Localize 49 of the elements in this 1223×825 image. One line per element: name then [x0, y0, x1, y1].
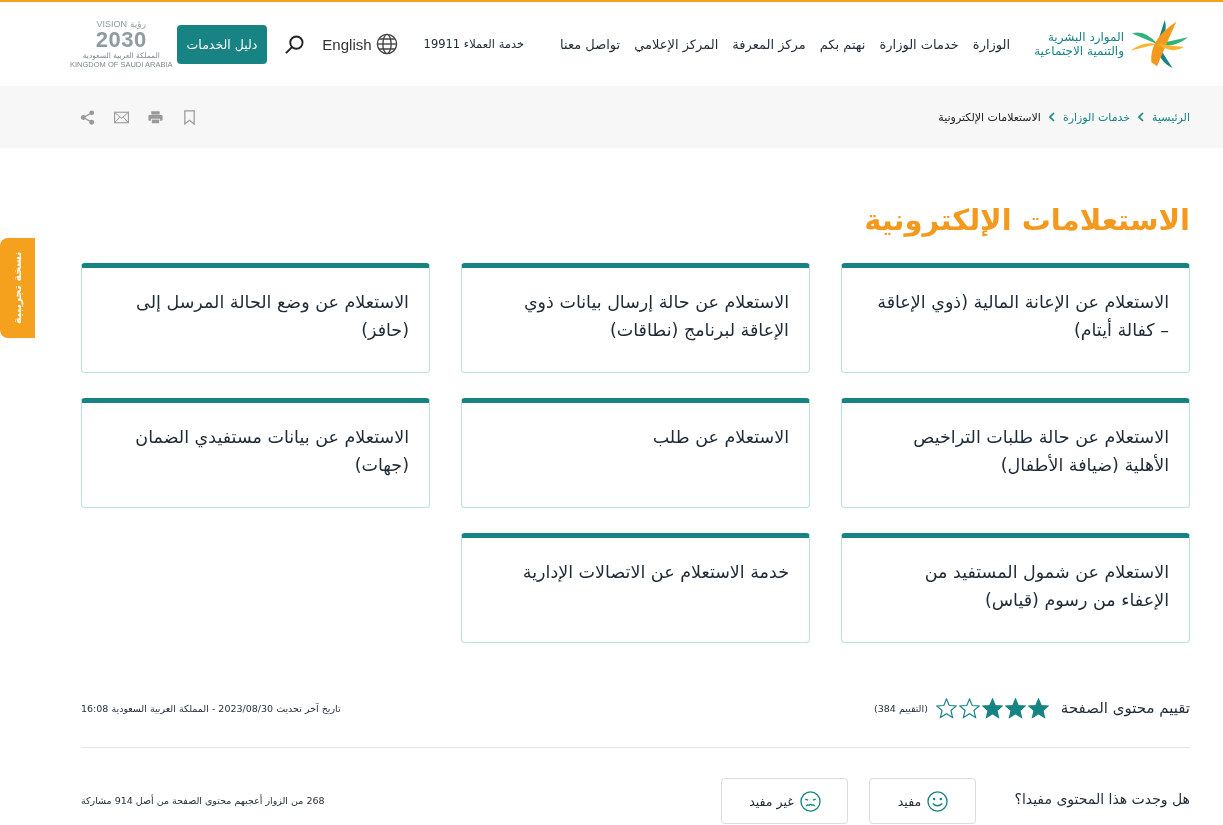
star-icon[interactable]	[1027, 697, 1049, 719]
page-title: الاستعلامات الإلكترونية	[863, 202, 1190, 239]
inquiry-card[interactable]: الاستعلام عن وضع الحالة المرسل إلى (حافز)	[81, 263, 430, 373]
sad-face-icon	[799, 790, 821, 812]
breadcrumb-link[interactable]: الرئيسية	[1152, 110, 1190, 124]
nav-link[interactable]: الوزارة	[972, 36, 1011, 52]
nav-link[interactable]: مركز المعرفة	[732, 36, 806, 52]
not-helpful-button[interactable]: غير مفيد	[721, 778, 849, 824]
inquiry-card[interactable]: خدمة الاستعلام عن الاتصالات الإدارية	[461, 533, 810, 643]
nav-link[interactable]: تواصل معنا	[560, 36, 621, 52]
logo-text: رؤية	[130, 20, 147, 29]
breadcrumb-link[interactable]: خدمات الوزارة	[1062, 110, 1131, 124]
language-link[interactable]: English	[322, 33, 398, 55]
nav-link[interactable]: خدمات الوزارة	[879, 36, 959, 52]
inquiry-card[interactable]: الاستعلام عن طلب	[461, 398, 810, 508]
nav-link[interactable]: المركز الإعلامي	[634, 36, 719, 52]
globe-icon	[375, 33, 398, 55]
feedback-summary: 268 من الزوار أعجبهم محتوى الصفحة من أصل 914 مشاركة	[81, 795, 325, 806]
logo-text: الموارد البشرية	[1046, 30, 1124, 44]
star-icon[interactable]	[958, 697, 980, 719]
star-icon[interactable]	[981, 697, 1003, 719]
star-icon[interactable]	[1004, 697, 1026, 719]
inquiry-card[interactable]: الاستعلام عن شمول المستفيد من الإعفاء من رسوم (قياس)	[841, 533, 1190, 643]
helpful-button[interactable]: مفيد	[869, 778, 977, 824]
rating-count: (التقييم 384)	[874, 702, 928, 714]
services-guide-button[interactable]: دليل الخدمات	[176, 24, 268, 64]
breadcrumb-link[interactable]: الاستعلامات الإلكترونية	[938, 110, 1041, 124]
last-update-text: تاريخ آخر تحديث 2023/08/30 - المملكة العربية السعودية 16:08	[81, 702, 341, 714]
chevron-icon	[1138, 112, 1145, 122]
logo-text: VISION	[96, 20, 127, 29]
rating-label: تقييم محتوى الصفحة	[1060, 699, 1190, 717]
customer-service-link[interactable]: خدمة العملاء 19911	[423, 37, 525, 51]
star-icon[interactable]	[935, 697, 957, 719]
print-icon[interactable]	[148, 109, 163, 125]
share-icon[interactable]	[80, 109, 95, 125]
mail-icon[interactable]	[114, 109, 129, 125]
smiley-icon	[927, 790, 949, 812]
inquiry-card[interactable]: الاستعلام عن حالة إرسال بيانات ذوي الإعاقة لبرنامج (نطاقات)	[461, 263, 810, 373]
inquiry-card[interactable]: الاستعلام عن بيانات مستفيدي الضمان (جهات)	[81, 398, 430, 508]
logo-text: 2030	[95, 29, 147, 51]
feedback-question: هل وجدت هذا المحتوى مفيدا؟	[1014, 791, 1190, 807]
inquiry-card[interactable]: الاستعلام عن حالة طلبات التراخيص الأهلية (ضيافة الأطفال)	[841, 398, 1190, 508]
chevron-icon	[1048, 112, 1055, 122]
search-icon[interactable]	[285, 34, 305, 54]
nav-link[interactable]: نهتم بكم	[819, 36, 866, 52]
logo-text: والتنمية الاجتماعية	[1034, 44, 1124, 58]
leaf-star-logo-icon[interactable]	[1128, 18, 1190, 70]
bookmark-icon[interactable]	[182, 109, 197, 125]
inquiry-card[interactable]: الاستعلام عن الإعانة المالية (ذوي الإعاقة – كفالة أيتام)	[841, 263, 1190, 373]
